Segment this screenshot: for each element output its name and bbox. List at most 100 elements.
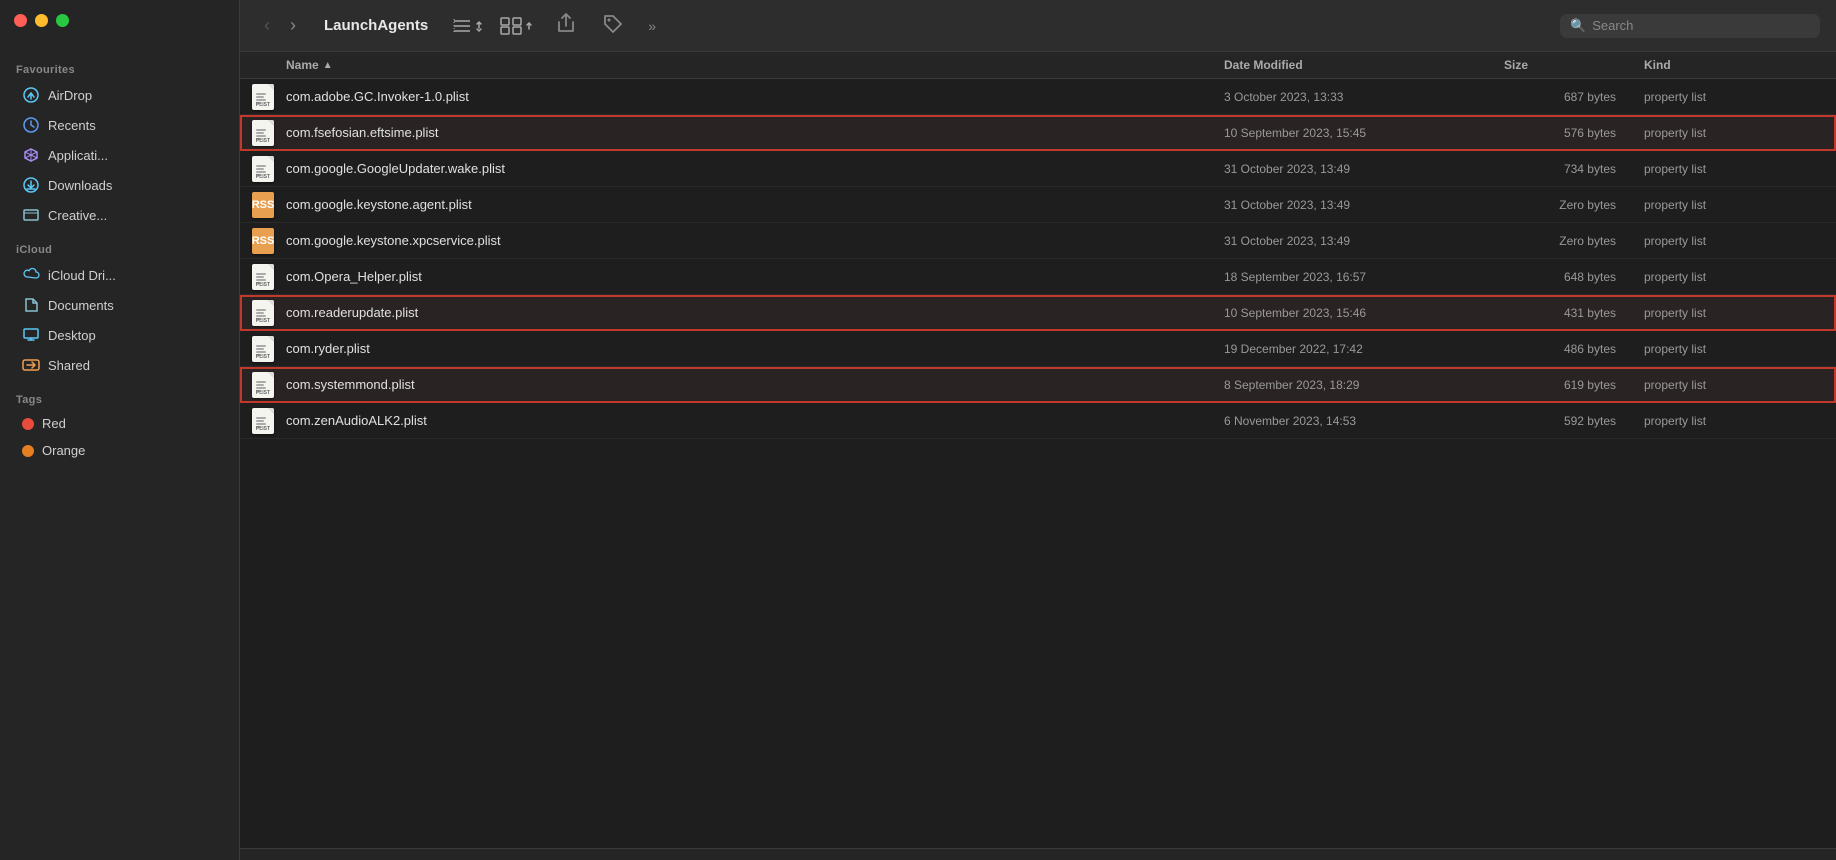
file-kind: property list (1636, 378, 1836, 392)
sidebar-item-tag-red[interactable]: Red (6, 411, 233, 436)
airdrop-icon (22, 86, 40, 104)
tag-button[interactable] (594, 9, 630, 42)
sidebar-item-applications[interactable]: Applicati... (6, 141, 233, 169)
table-row[interactable]: RSS com.google.keystone.xpcservice.plist3… (240, 223, 1836, 259)
col-header-name[interactable]: Name ▲ (240, 58, 1216, 72)
col-header-date[interactable]: Date Modified (1216, 58, 1496, 72)
toolbar-nav: ‹ › (256, 11, 304, 40)
plist-icon: PLIST (252, 408, 274, 434)
file-name: com.google.keystone.xpcservice.plist (286, 233, 1216, 248)
minimize-button[interactable] (35, 14, 48, 27)
sidebar-item-tag-orange[interactable]: Orange (6, 438, 233, 463)
sidebar-item-documents[interactable]: Documents (6, 291, 233, 319)
table-row[interactable]: PLIST com.readerupdate.plist10 September… (240, 295, 1836, 331)
table-row[interactable]: PLIST com.adobe.GC.Invoker-1.0.plist3 Oc… (240, 79, 1836, 115)
back-button[interactable]: ‹ (256, 11, 278, 40)
applications-icon (22, 146, 40, 164)
maximize-button[interactable] (56, 14, 69, 27)
file-size: 431 bytes (1496, 306, 1636, 320)
file-size: 734 bytes (1496, 162, 1636, 176)
sidebar-item-downloads[interactable]: Downloads (6, 171, 233, 199)
file-icon: PLIST (240, 300, 286, 326)
sidebar-item-airdrop[interactable]: AirDrop (6, 81, 233, 109)
file-icon: RSS (240, 192, 286, 218)
file-icon: PLIST (240, 264, 286, 290)
sidebar-item-airdrop-label: AirDrop (48, 88, 92, 103)
file-kind: property list (1636, 234, 1836, 248)
table-row[interactable]: PLIST com.google.GoogleUpdater.wake.plis… (240, 151, 1836, 187)
sidebar-item-shared-label: Shared (48, 358, 90, 373)
documents-icon (22, 296, 40, 314)
sidebar-item-creative[interactable]: Creative... (6, 201, 233, 229)
file-kind: property list (1636, 162, 1836, 176)
sidebar-item-documents-label: Documents (48, 298, 114, 313)
table-row[interactable]: PLIST com.Opera_Helper.plist18 September… (240, 259, 1836, 295)
list-view-button[interactable] (448, 14, 488, 38)
col-header-kind[interactable]: Kind (1636, 58, 1836, 72)
file-date: 19 December 2022, 17:42 (1216, 342, 1496, 356)
tags-section-header: Tags (0, 380, 239, 410)
sidebar-item-recents[interactable]: Recents (6, 111, 233, 139)
grid-view-button[interactable] (496, 13, 538, 39)
file-size: 576 bytes (1496, 126, 1636, 140)
file-date: 8 September 2023, 18:29 (1216, 378, 1496, 392)
file-date: 31 October 2023, 13:49 (1216, 234, 1496, 248)
rss-icon: RSS (252, 228, 274, 254)
file-date: 10 September 2023, 15:45 (1216, 126, 1496, 140)
sidebar-item-tag-red-label: Red (42, 416, 66, 431)
file-icon: PLIST (240, 372, 286, 398)
table-row[interactable]: PLIST com.systemmond.plist8 September 20… (240, 367, 1836, 403)
file-icon: PLIST (240, 408, 286, 434)
sidebar-item-applications-label: Applicati... (48, 148, 108, 163)
file-name: com.systemmond.plist (286, 377, 1216, 392)
sidebar-item-desktop[interactable]: Desktop (6, 321, 233, 349)
plist-icon: PLIST (252, 120, 274, 146)
close-button[interactable] (14, 14, 27, 27)
file-name: com.zenAudioALK2.plist (286, 413, 1216, 428)
file-kind: property list (1636, 414, 1836, 428)
toolbar: ‹ › LaunchAgents (240, 0, 1836, 52)
more-button[interactable]: » (640, 12, 664, 40)
col-header-size[interactable]: Size (1496, 58, 1636, 72)
file-name: com.fsefosian.eftsime.plist (286, 125, 1216, 140)
column-headers: Name ▲ Date Modified Size Kind (240, 52, 1836, 79)
sidebar-item-creative-label: Creative... (48, 208, 107, 223)
recents-icon (22, 116, 40, 134)
file-name: com.Opera_Helper.plist (286, 269, 1216, 284)
table-row[interactable]: PLIST com.ryder.plist19 December 2022, 1… (240, 331, 1836, 367)
search-icon: 🔍 (1570, 18, 1586, 34)
file-size: 648 bytes (1496, 270, 1636, 284)
plist-icon: PLIST (252, 300, 274, 326)
file-date: 18 September 2023, 16:57 (1216, 270, 1496, 284)
file-size: 592 bytes (1496, 414, 1636, 428)
file-kind: property list (1636, 90, 1836, 104)
file-date: 10 September 2023, 15:46 (1216, 306, 1496, 320)
red-tag-dot (22, 418, 34, 430)
plist-icon: PLIST (252, 156, 274, 182)
orange-tag-dot (22, 445, 34, 457)
table-row[interactable]: PLIST com.zenAudioALK2.plist6 November 2… (240, 403, 1836, 439)
file-kind: property list (1636, 126, 1836, 140)
file-name: com.readerupdate.plist (286, 305, 1216, 320)
file-size: 486 bytes (1496, 342, 1636, 356)
file-icon: RSS (240, 228, 286, 254)
sidebar-item-recents-label: Recents (48, 118, 96, 133)
sidebar-item-shared[interactable]: Shared (6, 351, 233, 379)
file-kind: property list (1636, 198, 1836, 212)
table-row[interactable]: RSScom.google.keystone.agent.plist31 Oct… (240, 187, 1836, 223)
file-icon: PLIST (240, 156, 286, 182)
file-icon: PLIST (240, 84, 286, 110)
file-icon: PLIST (240, 336, 286, 362)
share-button[interactable] (548, 8, 584, 43)
search-bar[interactable]: 🔍 (1560, 14, 1820, 38)
search-input[interactable] (1592, 18, 1792, 33)
file-kind: property list (1636, 270, 1836, 284)
icloud-drive-icon (22, 266, 40, 284)
forward-button[interactable]: › (282, 11, 304, 40)
file-name: com.google.keystone.agent.plist (286, 197, 1216, 212)
sidebar-item-icloud-drive[interactable]: iCloud Dri... (6, 261, 233, 289)
table-row[interactable]: PLIST com.fsefosian.eftsime.plist10 Sept… (240, 115, 1836, 151)
plist-icon: PLIST (252, 84, 274, 110)
window-controls (14, 14, 69, 27)
favourites-section-header: Favourites (0, 50, 239, 80)
